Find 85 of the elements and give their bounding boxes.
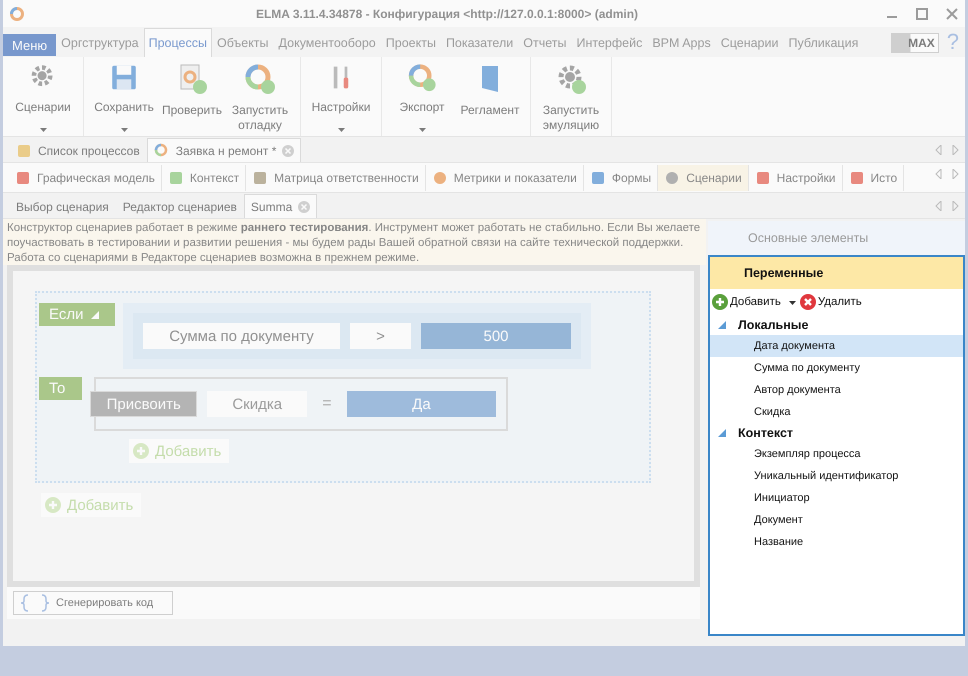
assign-button[interactable]: Присвоить bbox=[90, 391, 198, 417]
close-icon[interactable] bbox=[298, 200, 310, 212]
add-button[interactable]: Добавить bbox=[712, 294, 800, 310]
tree-item[interactable]: Уникальный идентификатор bbox=[710, 465, 963, 487]
menu-tab[interactable]: Показатели bbox=[440, 28, 518, 57]
menu-tab[interactable]: Отчеты bbox=[518, 28, 572, 57]
menu-tab[interactable]: Процессы bbox=[144, 28, 212, 57]
ring-icon bbox=[154, 142, 170, 158]
close-icon[interactable] bbox=[945, 6, 959, 20]
braces-icon bbox=[20, 594, 50, 612]
ribbon-button[interactable]: Настройки bbox=[307, 57, 375, 136]
scroll-arrows-icon[interactable] bbox=[935, 169, 959, 179]
caret-icon bbox=[338, 128, 344, 132]
tree-group[interactable]: Локальные bbox=[738, 318, 808, 332]
menu-button[interactable]: Меню bbox=[3, 34, 56, 56]
close-icon[interactable] bbox=[282, 144, 294, 156]
tree-item[interactable]: Документ bbox=[710, 509, 963, 531]
generate-code-button[interactable]: Сгенерировать код bbox=[13, 591, 173, 615]
app-logo-icon bbox=[9, 6, 25, 22]
ring-arrow-icon bbox=[406, 63, 438, 92]
menu-tab[interactable]: Интерфейс bbox=[571, 28, 648, 57]
scenario-tab[interactable]: Выбор сценария bbox=[9, 194, 116, 218]
process-tab[interactable]: Графическая модель bbox=[9, 164, 162, 190]
equals-sign: = bbox=[321, 395, 333, 413]
process-tab[interactable]: Метрики и показатели bbox=[426, 164, 584, 190]
menu-tab[interactable]: Объекты bbox=[212, 28, 274, 57]
scroll-arrows-icon[interactable] bbox=[935, 145, 959, 155]
caret-icon bbox=[40, 128, 46, 132]
notice-text: Конструктор сценариев работает в режиме раннего тестирования. Инструмент может работать не стабильно. Если Вы желаете поучаствовать в тестировании и развитии решения - мы будем рады Вашей обратной связи на сайте технической поддержки. Работа со сценариями в Редакторе сценариев возможна в прежнем режиме. bbox=[3, 219, 706, 265]
panel-header[interactable]: Основные элементы bbox=[708, 221, 965, 255]
menu-tab[interactable]: Публикация bbox=[783, 28, 864, 57]
process-tab[interactable]: Сценарии bbox=[658, 164, 749, 190]
plus-icon bbox=[712, 294, 728, 310]
scenario-tab[interactable]: Summa bbox=[244, 194, 318, 218]
panel-title[interactable]: Переменные bbox=[710, 257, 963, 289]
triangle-icon bbox=[91, 310, 100, 318]
tree-item[interactable]: Дата документа bbox=[710, 335, 963, 357]
process-tab[interactable]: Исто bbox=[842, 164, 904, 190]
maximize-icon[interactable] bbox=[915, 6, 929, 20]
target-field[interactable]: Скидка bbox=[207, 391, 307, 417]
tree-group[interactable]: Контекст bbox=[738, 426, 794, 440]
if-label[interactable]: Если bbox=[39, 303, 115, 326]
menu-tab[interactable]: BPM Apps bbox=[647, 28, 716, 57]
document-tab[interactable]: Список процессов bbox=[9, 138, 147, 162]
then-label[interactable]: То bbox=[39, 377, 82, 400]
caret-icon bbox=[788, 301, 796, 305]
process-tab[interactable]: Контекст bbox=[162, 164, 246, 190]
caret-icon bbox=[120, 128, 128, 132]
ribbon-button[interactable]: Регламент bbox=[456, 57, 524, 136]
process-tab[interactable]: Настройки bbox=[748, 164, 842, 190]
value-field[interactable]: 500 bbox=[421, 323, 571, 349]
delete-icon bbox=[800, 294, 816, 310]
caret-icon bbox=[418, 128, 426, 132]
max-badge[interactable]: MAX bbox=[890, 33, 939, 53]
ribbon-button[interactable]: Сценарии bbox=[9, 57, 77, 136]
operator-select[interactable]: > bbox=[350, 323, 411, 349]
expand-triangle-icon[interactable] bbox=[718, 321, 726, 329]
process-tab[interactable]: Матрица ответственности bbox=[246, 164, 426, 190]
tree-item[interactable]: Название bbox=[710, 531, 963, 553]
ring-play-icon bbox=[244, 63, 276, 95]
tree-item[interactable]: Сумма по документу bbox=[710, 357, 963, 379]
window-title: ELMA 3.11.4.34878 - Конфигурация <http://127.0.0.1:8000> (admin) bbox=[254, 6, 640, 20]
scenario-tab[interactable]: Редактор сценариев bbox=[116, 194, 244, 218]
scroll-arrows-icon[interactable] bbox=[935, 201, 959, 211]
process-tab[interactable]: Формы bbox=[584, 164, 658, 190]
plus-icon bbox=[133, 443, 149, 459]
ribbon-button[interactable]: Сохранить bbox=[90, 57, 158, 136]
menu-tab[interactable]: Проекты bbox=[380, 28, 441, 57]
ribbon-button[interactable]: Проверить bbox=[158, 57, 226, 136]
tree-item[interactable]: Экземпляр процесса bbox=[710, 443, 963, 465]
value-select[interactable]: Да bbox=[346, 391, 496, 417]
plus-icon bbox=[45, 497, 61, 513]
ribbon-button[interactable]: Запустить эмуляцию bbox=[537, 57, 605, 136]
document-tab[interactable]: Заявка н ремонт * bbox=[146, 138, 302, 162]
menu-tab[interactable]: Сценарии bbox=[716, 28, 784, 57]
condition-field[interactable]: Сумма по документу bbox=[143, 323, 340, 349]
ribbon-button[interactable]: Запустить отладку bbox=[226, 57, 294, 136]
menu-tab[interactable]: Документооборо bbox=[274, 28, 381, 57]
tree-item[interactable]: Скидка bbox=[710, 401, 963, 423]
tree-item[interactable]: Автор документа bbox=[710, 379, 963, 401]
ribbon-button[interactable]: Экспорт bbox=[388, 57, 456, 136]
expand-triangle-icon[interactable] bbox=[718, 429, 726, 437]
delete-button[interactable]: Удалить bbox=[800, 294, 866, 310]
menu-tab[interactable]: Оргструктура bbox=[56, 28, 144, 57]
tree-item[interactable]: Инициатор bbox=[710, 487, 963, 509]
